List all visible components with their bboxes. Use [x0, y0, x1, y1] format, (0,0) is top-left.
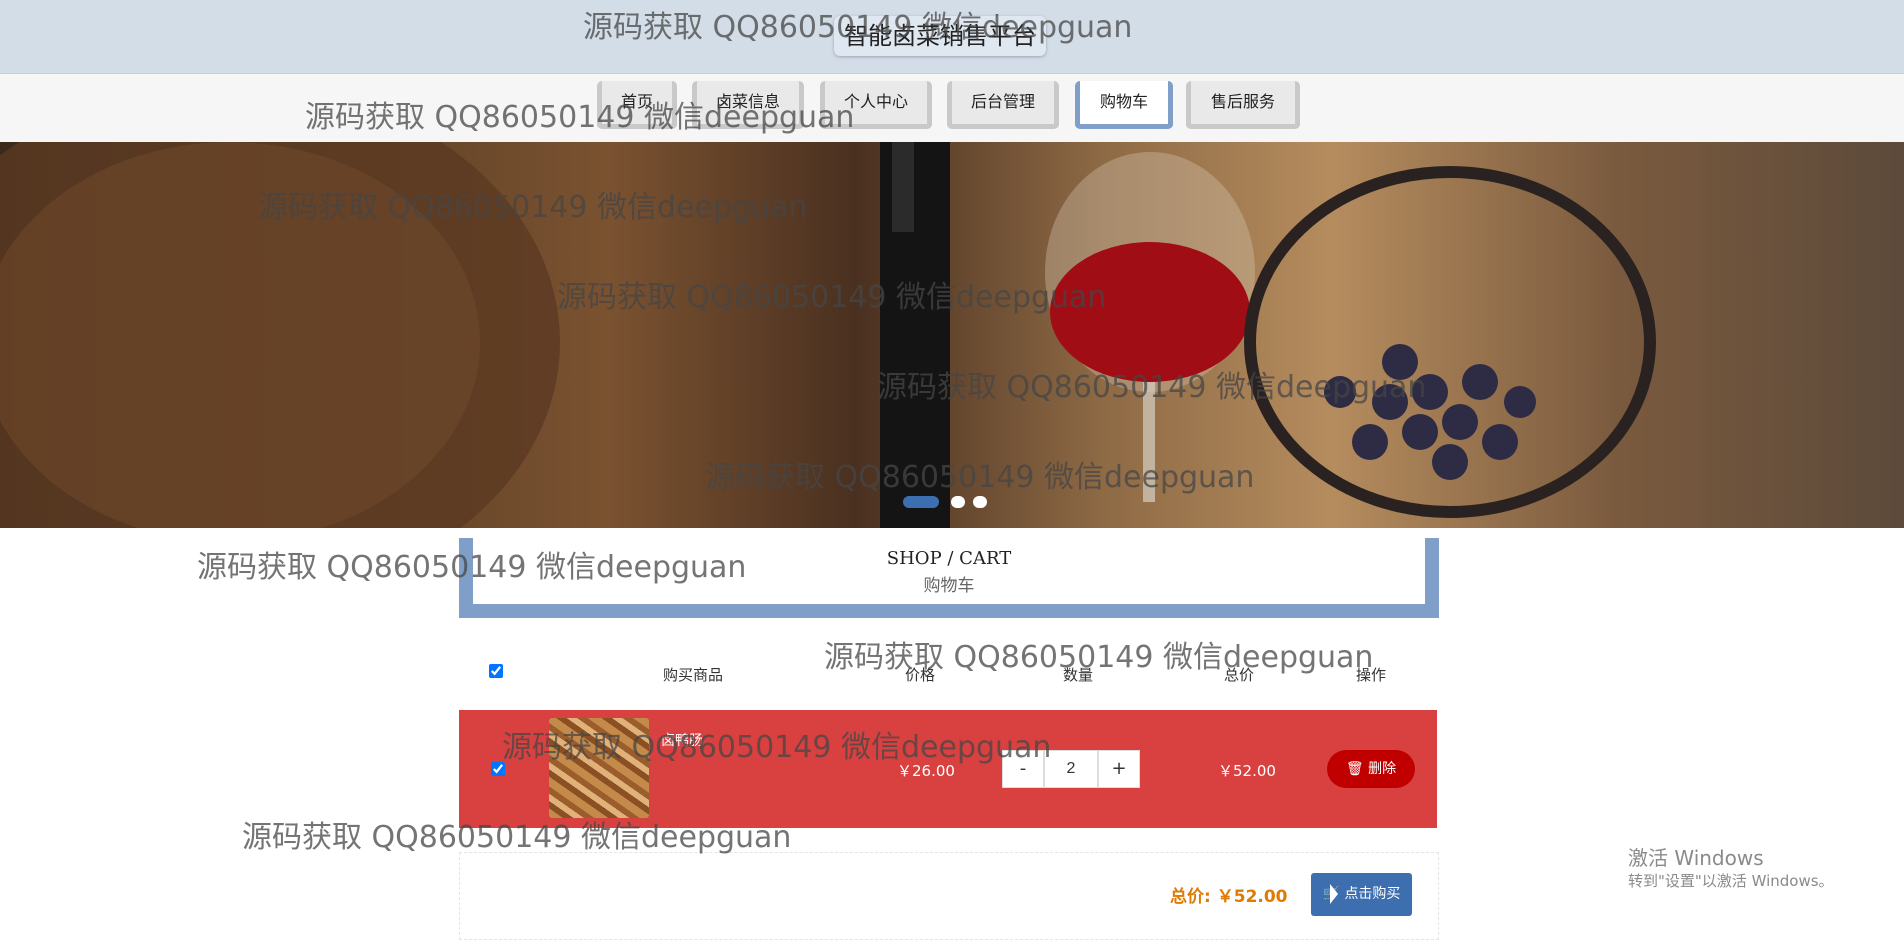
carousel-dot-2[interactable] [951, 496, 965, 508]
watermark: 源码获取 QQ86050149 微信deepguan [705, 460, 1255, 495]
select-all-checkbox[interactable] [489, 664, 503, 678]
watermark: 源码获取 QQ86050149 微信deepguan [583, 10, 1133, 45]
watermark: 源码获取 QQ86050149 微信deepguan [242, 820, 792, 855]
total-value: ￥52.00 [1216, 887, 1288, 907]
watermark: 源码获取 QQ86050149 微信deepguan [877, 370, 1427, 405]
cart-footer [459, 852, 1439, 940]
windows-activation-subtitle: 转到"设置"以激活 Windows。 [1628, 872, 1834, 890]
quantity-increase-button[interactable]: + [1098, 750, 1140, 788]
carousel-dot-3[interactable] [973, 496, 987, 508]
nav-item-cart[interactable]: 购物车 [1075, 81, 1173, 129]
buy-button[interactable]: 🛒 点击购买 [1311, 873, 1412, 916]
carousel-dot-1[interactable] [903, 496, 939, 508]
nav-item-admin[interactable]: 后台管理 [947, 81, 1059, 129]
watermark: 源码获取 QQ86050149 微信deepguan [557, 280, 1107, 315]
watermark: 源码获取 QQ86050149 微信deepguan [305, 100, 855, 135]
buy-label: 点击购买 [1344, 886, 1401, 902]
quantity-input[interactable] [1044, 750, 1098, 788]
mouse-cursor-icon [1330, 884, 1338, 904]
delete-button[interactable]: 🗑 删除 [1327, 750, 1415, 788]
header-product: 购买商品 [663, 666, 724, 684]
cart-total: 总价: ￥52.00 [1170, 882, 1288, 907]
watermark: 源码获取 QQ86050149 微信deepguan [502, 730, 1052, 765]
delete-label: 删除 [1368, 761, 1397, 777]
watermark: 源码获取 QQ86050149 微信deepguan [824, 640, 1374, 675]
total-label: 总价: [1170, 887, 1211, 907]
windows-activation-title: 激活 Windows [1628, 846, 1764, 870]
watermark: 源码获取 QQ86050149 微信deepguan [197, 550, 747, 585]
item-total: ￥52.00 [1218, 762, 1276, 780]
watermark: 源码获取 QQ86050149 微信deepguan [258, 190, 808, 225]
trash-icon: 🗑 [1345, 761, 1364, 777]
nav-item-after-sales[interactable]: 售后服务 [1186, 81, 1300, 129]
